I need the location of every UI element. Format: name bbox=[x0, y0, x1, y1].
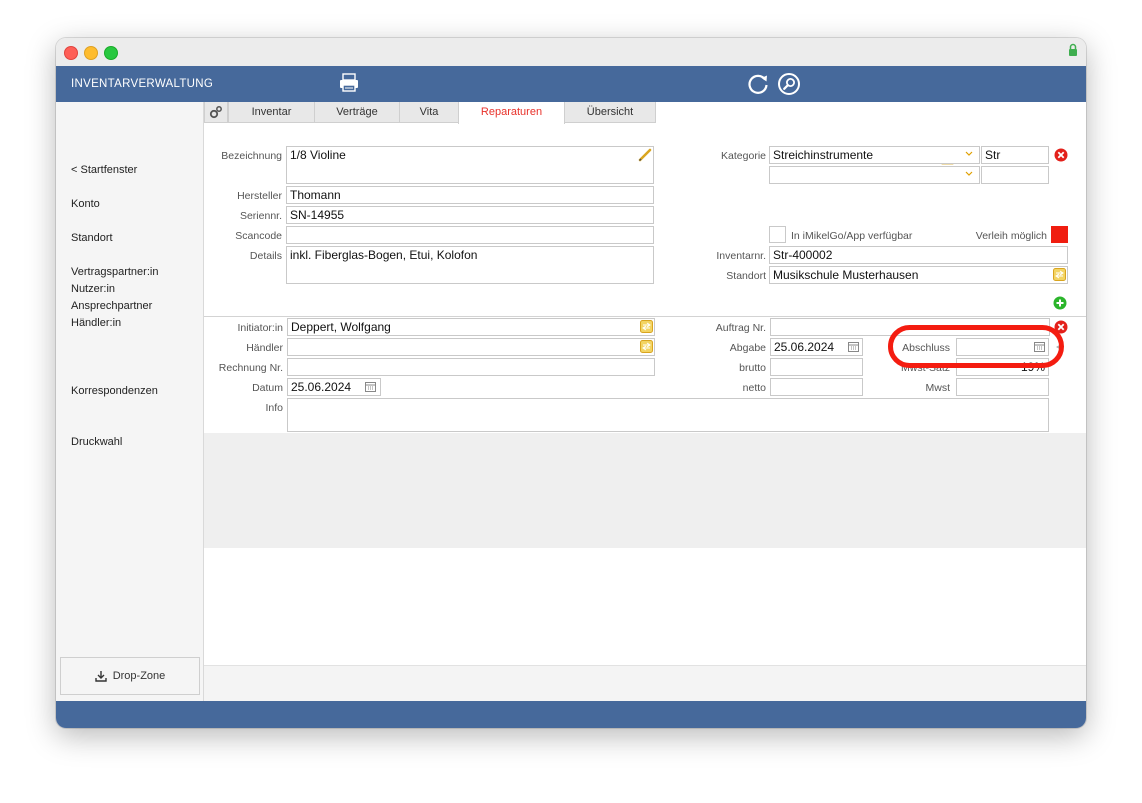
sidebar-item-druckwahl[interactable]: Druckwahl bbox=[71, 436, 122, 448]
tab-reparaturen[interactable]: Reparaturen bbox=[458, 102, 565, 124]
lookup-icon[interactable] bbox=[640, 340, 653, 353]
sidebar-item-korrespondenzen[interactable]: Korrespondenzen bbox=[71, 385, 158, 397]
haendler-label: Händler bbox=[246, 342, 283, 354]
app-window: INVENTARVERWALTUNG < Startfenster Konto … bbox=[56, 38, 1086, 728]
auftrag-label: Auftrag Nr. bbox=[715, 322, 766, 334]
seriennr-label: Seriennr. bbox=[239, 210, 282, 222]
brutto-label: brutto bbox=[739, 362, 766, 374]
refresh-icon[interactable] bbox=[746, 72, 770, 96]
rechnung-field[interactable] bbox=[287, 358, 655, 376]
tab-inventar[interactable]: Inventar bbox=[228, 102, 315, 123]
seriennr-field[interactable]: SN-14955 bbox=[286, 206, 654, 224]
standort-select[interactable]: Musikschule Musterhausen bbox=[769, 266, 1068, 284]
hersteller-label: Hersteller bbox=[237, 190, 282, 202]
tab-uebersicht[interactable]: Übersicht bbox=[564, 102, 656, 123]
netto-label: netto bbox=[742, 382, 766, 394]
highlight-annotation bbox=[888, 325, 1064, 368]
verleih-label: Verleih möglich bbox=[975, 230, 1047, 242]
haendler-select[interactable] bbox=[287, 338, 655, 356]
scancode-label: Scancode bbox=[235, 230, 282, 242]
sidebar-item-haendler[interactable]: Händler:in bbox=[71, 317, 121, 329]
bezeichnung-field[interactable]: 1/8 Violine bbox=[286, 146, 654, 184]
kategorie-sub-code-field[interactable] bbox=[981, 166, 1049, 184]
sidebar-item-standort[interactable]: Standort bbox=[71, 232, 113, 244]
gear-icon bbox=[209, 106, 222, 119]
verleih-toggle[interactable] bbox=[1051, 226, 1068, 243]
rechnung-label: Rechnung Nr. bbox=[218, 362, 283, 374]
title-bar bbox=[56, 38, 1086, 67]
drop-zone[interactable]: Drop-Zone bbox=[60, 657, 200, 695]
section-divider bbox=[204, 316, 1086, 317]
details-field[interactable]: inkl. Fiberglas-Bogen, Etui, Kolofon bbox=[286, 246, 654, 284]
sidebar-item-nutzer[interactable]: Nutzer:in bbox=[71, 283, 115, 295]
close-window-button[interactable] bbox=[64, 46, 78, 60]
sidebar-item-startfenster[interactable]: < Startfenster bbox=[71, 164, 137, 176]
kategorie-code-field[interactable]: Str bbox=[981, 146, 1049, 164]
minimize-window-button[interactable] bbox=[84, 46, 98, 60]
brutto-field[interactable] bbox=[770, 358, 863, 376]
inventarnr-label: Inventarnr. bbox=[716, 250, 766, 262]
app-available-label: In iMikelGo/App verfügbar bbox=[791, 230, 913, 242]
inventarnr-field[interactable]: Str-400002 bbox=[769, 246, 1068, 264]
lookup-icon[interactable] bbox=[640, 320, 653, 333]
sidebar-item-vertragspartner[interactable]: Vertragspartner:in bbox=[71, 266, 158, 278]
repair-list-area bbox=[204, 433, 1086, 548]
sidebar-item-ansprechpartner[interactable]: Ansprechpartner bbox=[71, 300, 152, 312]
kategorie-sub-select[interactable] bbox=[769, 166, 980, 184]
kategorie-label: Kategorie bbox=[721, 150, 766, 162]
tab-vita[interactable]: Vita bbox=[399, 102, 459, 123]
mwst-label: Mwst bbox=[925, 382, 951, 394]
datum-label: Datum bbox=[252, 382, 283, 394]
add-icon[interactable] bbox=[1053, 296, 1067, 310]
kategorie-select[interactable]: Streichinstrumente bbox=[769, 146, 980, 164]
download-icon bbox=[95, 671, 107, 682]
tab-settings[interactable] bbox=[204, 102, 228, 123]
drop-zone-label: Drop-Zone bbox=[112, 670, 166, 682]
bezeichnung-label: Bezeichnung bbox=[221, 150, 282, 162]
initiator-select[interactable]: Deppert, Wolfgang bbox=[287, 318, 655, 336]
sidebar-item-konto[interactable]: Konto bbox=[71, 198, 100, 210]
lookup-icon[interactable] bbox=[1053, 268, 1066, 281]
footer-area bbox=[204, 665, 1086, 702]
app-available-checkbox[interactable] bbox=[769, 226, 786, 243]
mwst-field[interactable] bbox=[956, 378, 1049, 396]
info-label: Info bbox=[265, 402, 283, 414]
search-icon[interactable] bbox=[777, 72, 801, 96]
info-field[interactable] bbox=[287, 398, 1049, 432]
abgabe-label: Abgabe bbox=[729, 342, 766, 354]
app-header: INVENTARVERWALTUNG bbox=[56, 66, 1086, 102]
printer-icon[interactable] bbox=[338, 73, 360, 93]
chevron-down-icon bbox=[965, 151, 973, 156]
hersteller-field[interactable]: Thomann bbox=[286, 186, 654, 204]
main-content: Inventar Verträge Vita Reparaturen Übers… bbox=[204, 102, 1086, 702]
status-bar bbox=[56, 701, 1086, 728]
zoom-window-button[interactable] bbox=[104, 46, 118, 60]
netto-field[interactable] bbox=[770, 378, 863, 396]
scancode-field[interactable] bbox=[286, 226, 654, 244]
sidebar: < Startfenster Konto Standort Vertragspa… bbox=[56, 102, 204, 701]
initiator-label: Initiator:in bbox=[237, 322, 283, 334]
chevron-down-icon bbox=[965, 171, 973, 176]
lock-icon bbox=[1069, 43, 1077, 56]
pencil-icon[interactable] bbox=[638, 148, 652, 162]
app-title: INVENTARVERWALTUNG bbox=[71, 78, 214, 90]
calendar-icon[interactable] bbox=[848, 342, 859, 352]
standort-label: Standort bbox=[726, 270, 766, 282]
calendar-icon[interactable] bbox=[365, 382, 376, 392]
delete-icon[interactable] bbox=[1054, 148, 1068, 162]
details-label: Details bbox=[249, 250, 282, 262]
tab-vertraege[interactable]: Verträge bbox=[314, 102, 400, 123]
